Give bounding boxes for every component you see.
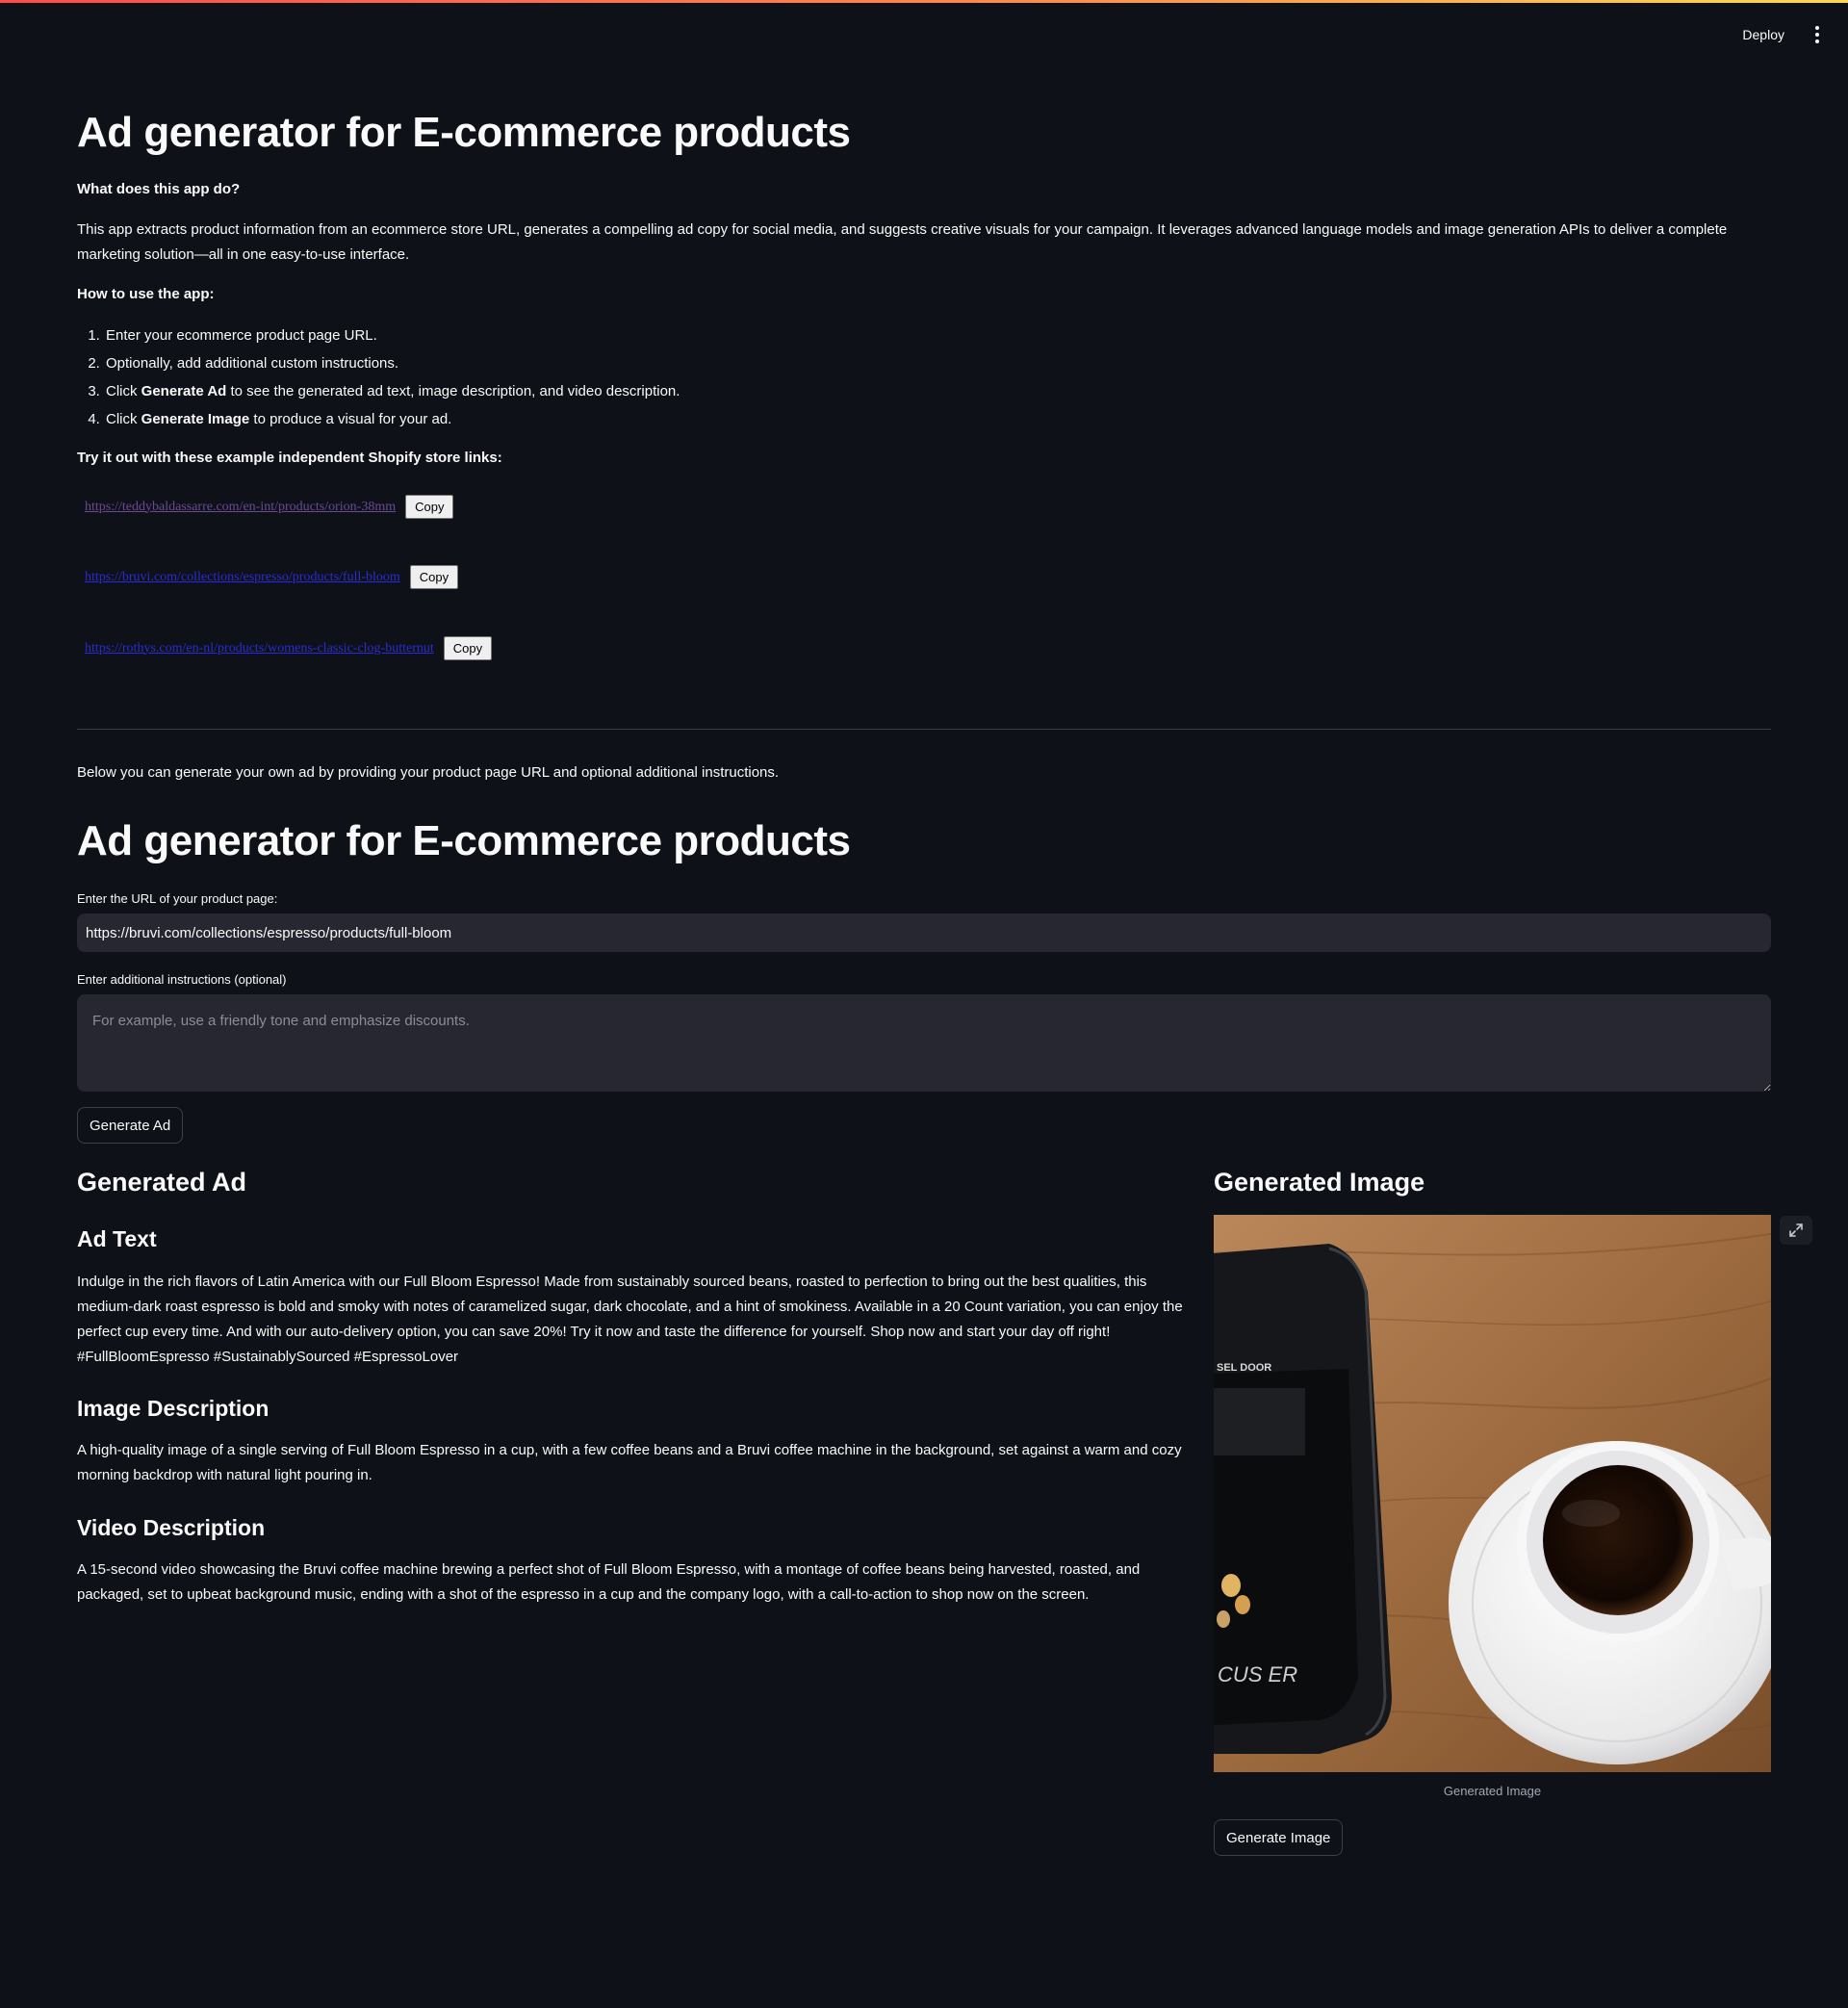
generate-image-button[interactable]: Generate Image <box>1214 1819 1344 1856</box>
generated-image-heading: Generated Image <box>1214 1168 1425 1197</box>
fullscreen-expand-icon[interactable] <box>1780 1216 1812 1245</box>
what-heading: What does this app do? <box>77 181 241 197</box>
step-item: Optionally, add additional custom instru… <box>104 349 680 377</box>
generated-image: SEL DOOR CUS ER <box>1214 1215 1771 1772</box>
instructions-textarea[interactable] <box>77 994 1771 1092</box>
machine-label-bottom: CUS ER <box>1218 1662 1297 1686</box>
copy-button[interactable]: Copy <box>405 495 454 519</box>
example-store-link[interactable]: https://bruvi.com/collections/espresso/p… <box>85 570 400 585</box>
copy-button[interactable]: Copy <box>409 565 459 589</box>
form-intro-text: Below you can generate your own ad by pr… <box>77 764 780 781</box>
instructions-field-label: Enter additional instructions (optional) <box>77 972 287 987</box>
example-store-link[interactable]: https://rothys.com/en-nl/products/womens… <box>85 641 434 656</box>
video-description-text: A 15-second video showcasing the Bruvi c… <box>77 1561 1141 1603</box>
examples-heading: Try it out with these example independen… <box>77 450 502 466</box>
form-title: Ad generator for E-commerce products <box>77 817 851 864</box>
video-description-heading: Video Description <box>77 1515 266 1540</box>
image-description-text: A high-quality image of a single serving… <box>77 1442 1182 1483</box>
app-description: This app extracts product information fr… <box>77 221 1728 263</box>
espresso-photo: SEL DOOR CUS ER <box>1214 1215 1771 1772</box>
howto-steps-list: Enter your ecommerce product page URL. O… <box>77 322 680 433</box>
machine-label-top: SEL DOOR <box>1217 1362 1271 1374</box>
step-item: Click Generate Image to produce a visual… <box>104 405 680 433</box>
step-item: Click Generate Ad to see the generated a… <box>104 377 680 405</box>
image-caption: Generated Image <box>1443 1784 1542 1798</box>
top-decoration-stripe <box>0 0 1848 3</box>
copy-button[interactable]: Copy <box>443 636 493 660</box>
deploy-button[interactable]: Deploy <box>1732 21 1794 48</box>
product-url-input[interactable] <box>77 914 1771 952</box>
ad-text-heading: Ad Text <box>77 1226 157 1251</box>
howto-heading: How to use the app: <box>77 286 215 302</box>
example-store-link[interactable]: https://teddybaldassarre.com/en-int/prod… <box>85 500 396 515</box>
example-link-row: https://teddybaldassarre.com/en-int/prod… <box>85 495 454 519</box>
kebab-menu-icon[interactable] <box>1808 21 1827 48</box>
example-link-row: https://bruvi.com/collections/espresso/p… <box>85 565 459 589</box>
app-toolbar: Deploy <box>1732 21 1827 48</box>
ad-text: Indulge in the rich flavors of Latin Ame… <box>77 1274 1183 1365</box>
section-divider <box>77 729 1771 730</box>
generated-ad-heading: Generated Ad <box>77 1168 247 1197</box>
page-title: Ad generator for E-commerce products <box>77 109 851 156</box>
image-description-heading: Image Description <box>77 1396 270 1421</box>
example-link-row: https://rothys.com/en-nl/products/womens… <box>85 636 493 660</box>
step-item: Enter your ecommerce product page URL. <box>104 322 680 349</box>
url-field-label: Enter the URL of your product page: <box>77 891 278 906</box>
generate-ad-button[interactable]: Generate Ad <box>77 1107 184 1144</box>
